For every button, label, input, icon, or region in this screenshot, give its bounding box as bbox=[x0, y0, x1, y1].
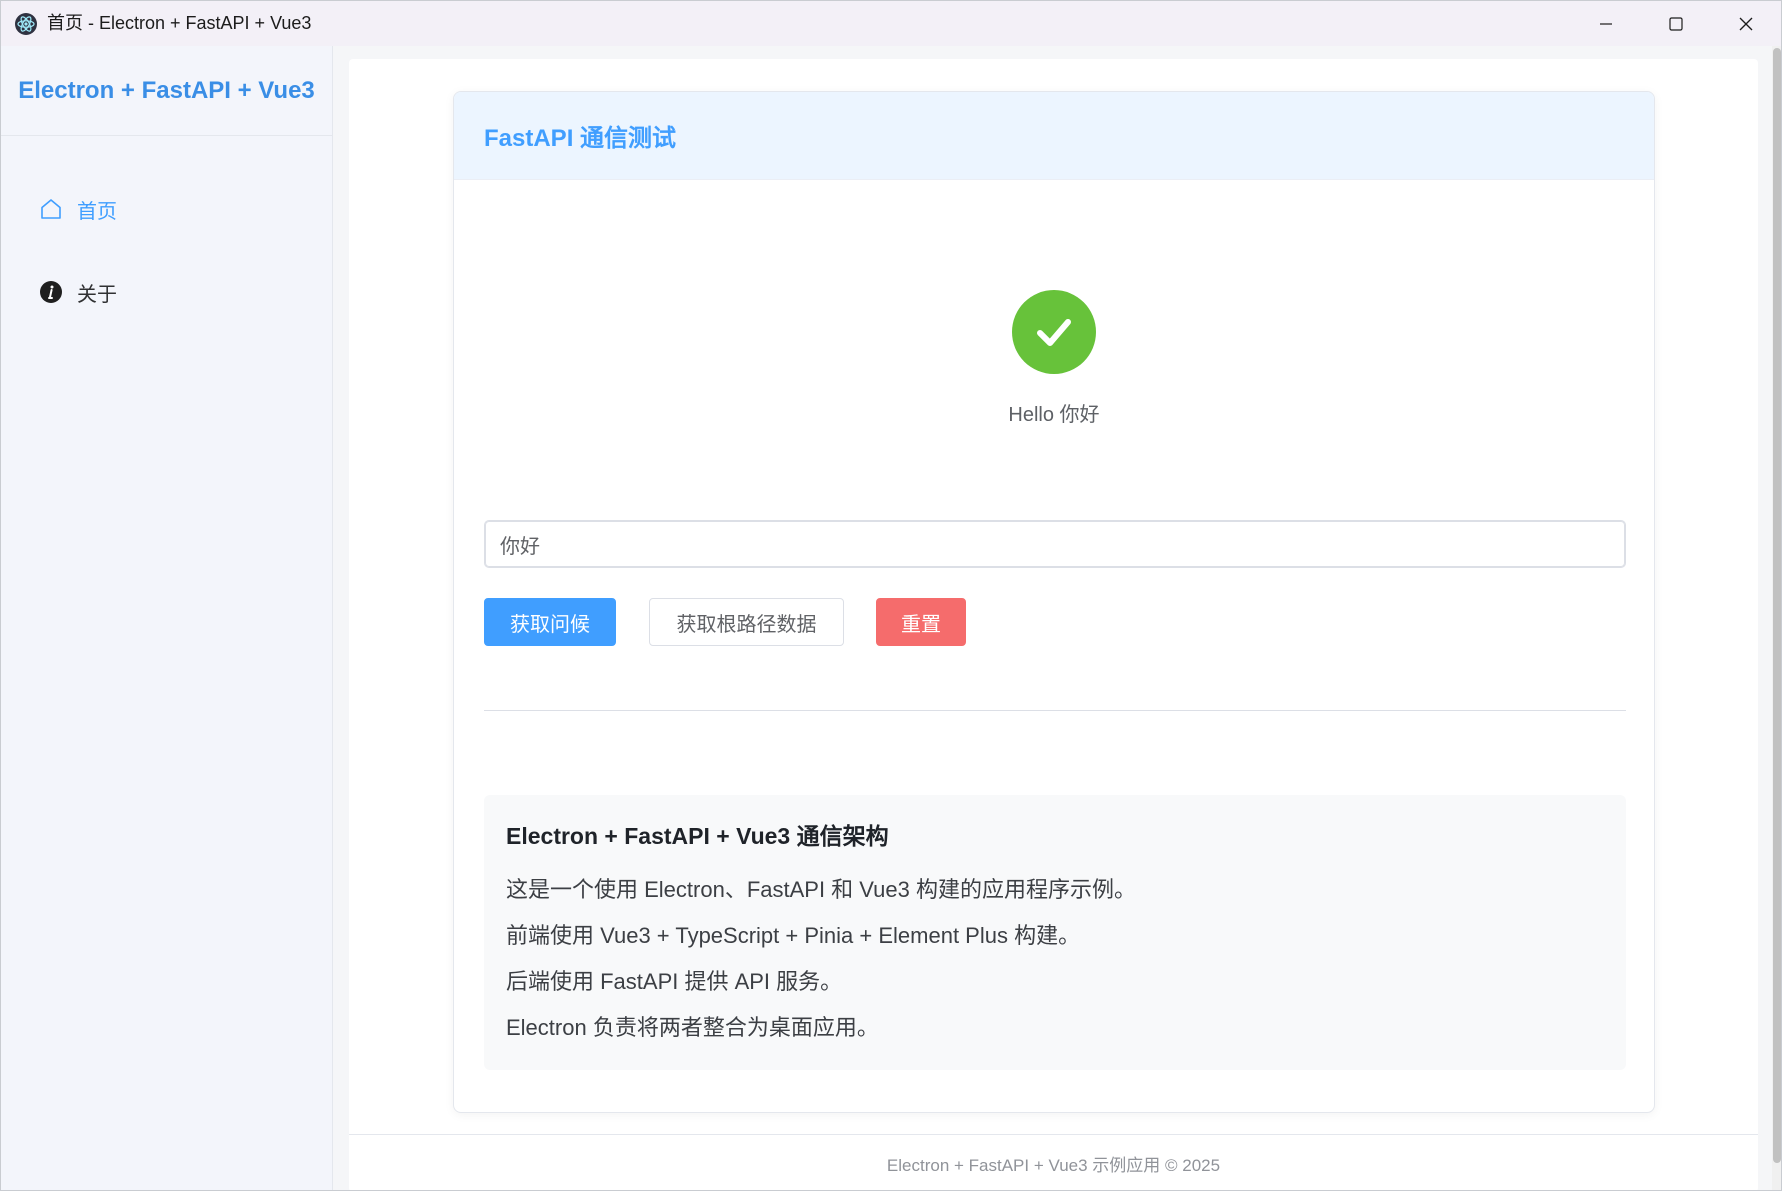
card-title: FastAPI 通信测试 bbox=[454, 92, 1654, 180]
sidebar-item-label: 关于 bbox=[77, 283, 117, 306]
scrollbar-thumb[interactable] bbox=[1773, 48, 1781, 1163]
footer: Electron + FastAPI + Vue3 示例应用 © 2025 bbox=[349, 1134, 1758, 1190]
success-check-icon bbox=[1012, 290, 1096, 374]
electron-app-icon bbox=[14, 12, 38, 36]
info-line: 后端使用 FastAPI 提供 API 服务。 bbox=[506, 969, 843, 994]
minimize-button[interactable] bbox=[1571, 1, 1641, 46]
info-icon bbox=[39, 280, 63, 304]
sidebar: Electron + FastAPI + Vue3 首页 关于 bbox=[1, 46, 333, 1190]
sidebar-item-home[interactable]: 首页 bbox=[1, 179, 332, 239]
get-root-data-button[interactable]: 获取根路径数据 bbox=[649, 598, 844, 646]
sidebar-brand: Electron + FastAPI + Vue3 bbox=[1, 46, 332, 136]
maximize-icon bbox=[1669, 16, 1683, 31]
home-icon bbox=[39, 197, 63, 221]
info-line: 这是一个使用 Electron、FastAPI 和 Vue3 构建的应用程序示例… bbox=[506, 877, 1136, 902]
result-panel: Hello 你好 bbox=[454, 290, 1654, 427]
divider bbox=[484, 710, 1626, 711]
greeting-input[interactable] bbox=[485, 521, 1625, 567]
info-title: Electron + FastAPI + Vue3 通信架构 bbox=[506, 823, 889, 849]
sidebar-item-about[interactable]: 关于 bbox=[1, 262, 332, 322]
result-message: Hello 你好 bbox=[1008, 404, 1100, 426]
architecture-info: Electron + FastAPI + Vue3 通信架构 这是一个使用 El… bbox=[484, 795, 1626, 1070]
title-bar[interactable]: 首页 - Electron + FastAPI + Vue3 bbox=[1, 1, 1781, 46]
greeting-input-wrapper bbox=[484, 520, 1626, 568]
window-title: 首页 - Electron + FastAPI + Vue3 bbox=[47, 13, 312, 33]
sidebar-item-label: 首页 bbox=[77, 200, 117, 223]
get-greeting-button[interactable]: 获取问候 bbox=[484, 598, 616, 646]
close-icon bbox=[1739, 17, 1753, 30]
info-line: 前端使用 Vue3 + TypeScript + Pinia + Element… bbox=[506, 923, 1081, 948]
maximize-button[interactable] bbox=[1641, 1, 1711, 46]
main-content: FastAPI 通信测试 Hello 你好 获取问候 获取根路径数据 重置 El… bbox=[349, 59, 1758, 1190]
reset-button[interactable]: 重置 bbox=[876, 598, 966, 646]
vertical-scrollbar[interactable] bbox=[1772, 46, 1781, 1190]
app-window: 首页 - Electron + FastAPI + Vue3 Electron … bbox=[0, 0, 1782, 1191]
fastapi-test-card: FastAPI 通信测试 Hello 你好 获取问候 获取根路径数据 重置 El… bbox=[453, 91, 1655, 1113]
close-button[interactable] bbox=[1711, 1, 1781, 46]
minimize-icon bbox=[1600, 22, 1612, 25]
info-line: Electron 负责将两者整合为桌面应用。 bbox=[506, 1015, 879, 1040]
